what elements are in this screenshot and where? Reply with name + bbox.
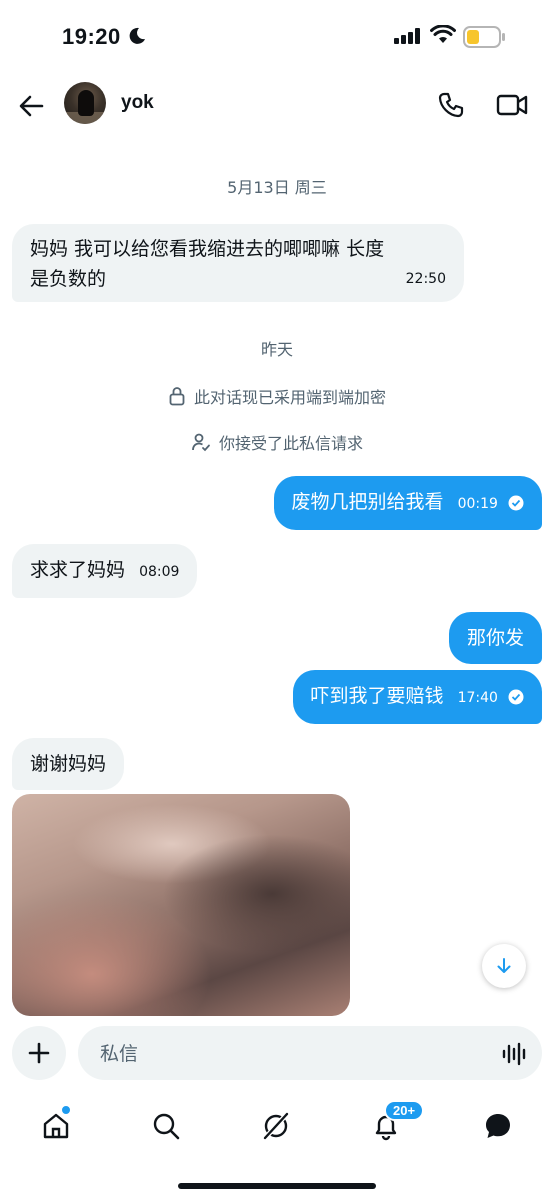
avatar[interactable] [64, 82, 106, 124]
battery-icon [463, 26, 505, 48]
add-attachment-button[interactable] [12, 1026, 66, 1080]
media-attachment[interactable] [12, 794, 350, 1016]
plus-icon [28, 1042, 50, 1064]
message-time: 00:19 [457, 496, 498, 512]
video-camera-icon [496, 94, 528, 116]
message-text: 废物几把别给我看 [291, 491, 444, 513]
unread-dot [60, 1104, 72, 1116]
phone-icon [438, 92, 464, 118]
grok-icon [263, 1112, 289, 1140]
message-text: 谢谢妈妈 [30, 753, 107, 775]
voice-waveform-icon [502, 1042, 526, 1066]
arrow-down-icon [497, 958, 511, 973]
message-input[interactable] [98, 1026, 482, 1082]
request-notice: 你接受了此私信请求 [0, 430, 554, 454]
cellular-signal-icon [394, 28, 420, 44]
bottom-tab-bar: 20+ [0, 1098, 554, 1154]
video-call-button[interactable] [496, 92, 528, 122]
message-time: 08:09 [139, 564, 180, 580]
message-input-container [78, 1026, 542, 1082]
message-time: 22:50 [405, 271, 446, 287]
arrow-left-icon [19, 95, 44, 117]
status-bar: 19:20 [0, 0, 554, 76]
tab-explore[interactable] [146, 1106, 186, 1146]
person-check-icon [192, 433, 210, 452]
message-text: 求求了妈妈 [30, 559, 126, 581]
back-button[interactable] [16, 90, 48, 122]
message-received[interactable]: 谢谢妈妈 [12, 738, 125, 790]
message-text-continued: 是负数的 [30, 268, 107, 290]
message-received[interactable]: 妈妈 我可以给您看我缩进去的唧唧嘛 长度 是负数的 22:50 [12, 224, 464, 302]
message-sent[interactable]: 那你发 [448, 612, 542, 664]
tab-messages[interactable] [478, 1106, 518, 1146]
wifi-icon [430, 25, 456, 43]
message-list[interactable]: 5月13日 周三 妈妈 我可以给您看我缩进去的唧唧嘛 长度 是负数的 22:50… [0, 140, 554, 1020]
notifications-badge: 20+ [384, 1100, 425, 1121]
scroll-to-bottom-button[interactable] [482, 944, 526, 988]
encryption-notice-text: 此对话现已采用端到端加密 [193, 388, 386, 407]
contact-name[interactable]: yok [121, 92, 154, 114]
message-received[interactable]: 求求了妈妈 08:09 [12, 544, 198, 598]
tab-grok[interactable] [256, 1106, 296, 1146]
search-icon [153, 1113, 180, 1140]
read-check-icon [508, 495, 524, 510]
call-button[interactable] [436, 90, 466, 124]
read-check-icon [508, 689, 524, 704]
message-sent[interactable]: 废物几把别给我看 00:19 [273, 476, 542, 530]
tab-notifications[interactable]: 20+ [366, 1100, 425, 1146]
moon-icon [129, 27, 145, 44]
conversation-header: yok [0, 76, 554, 136]
voice-message-button[interactable] [502, 1041, 528, 1071]
message-text: 吓到我了要赔钱 [310, 685, 444, 707]
home-indicator [178, 1183, 376, 1189]
tab-home[interactable] [36, 1104, 76, 1146]
message-text: 那你发 [466, 627, 524, 649]
date-separator: 昨天 [260, 340, 293, 359]
chat-bubble-icon [486, 1114, 510, 1138]
request-notice-text: 你接受了此私信请求 [218, 434, 363, 453]
status-time: 19:20 [62, 24, 121, 49]
lock-icon [169, 387, 185, 406]
message-sent[interactable]: 吓到我了要赔钱 17:40 [292, 670, 542, 724]
message-text: 妈妈 我可以给您看我缩进去的唧唧嘛 长度 [30, 238, 385, 260]
message-time: 17:40 [457, 690, 498, 706]
encryption-notice: 此对话现已采用端到端加密 [0, 384, 554, 408]
date-separator: 5月13日 周三 [227, 178, 327, 197]
message-composer [0, 1022, 554, 1086]
